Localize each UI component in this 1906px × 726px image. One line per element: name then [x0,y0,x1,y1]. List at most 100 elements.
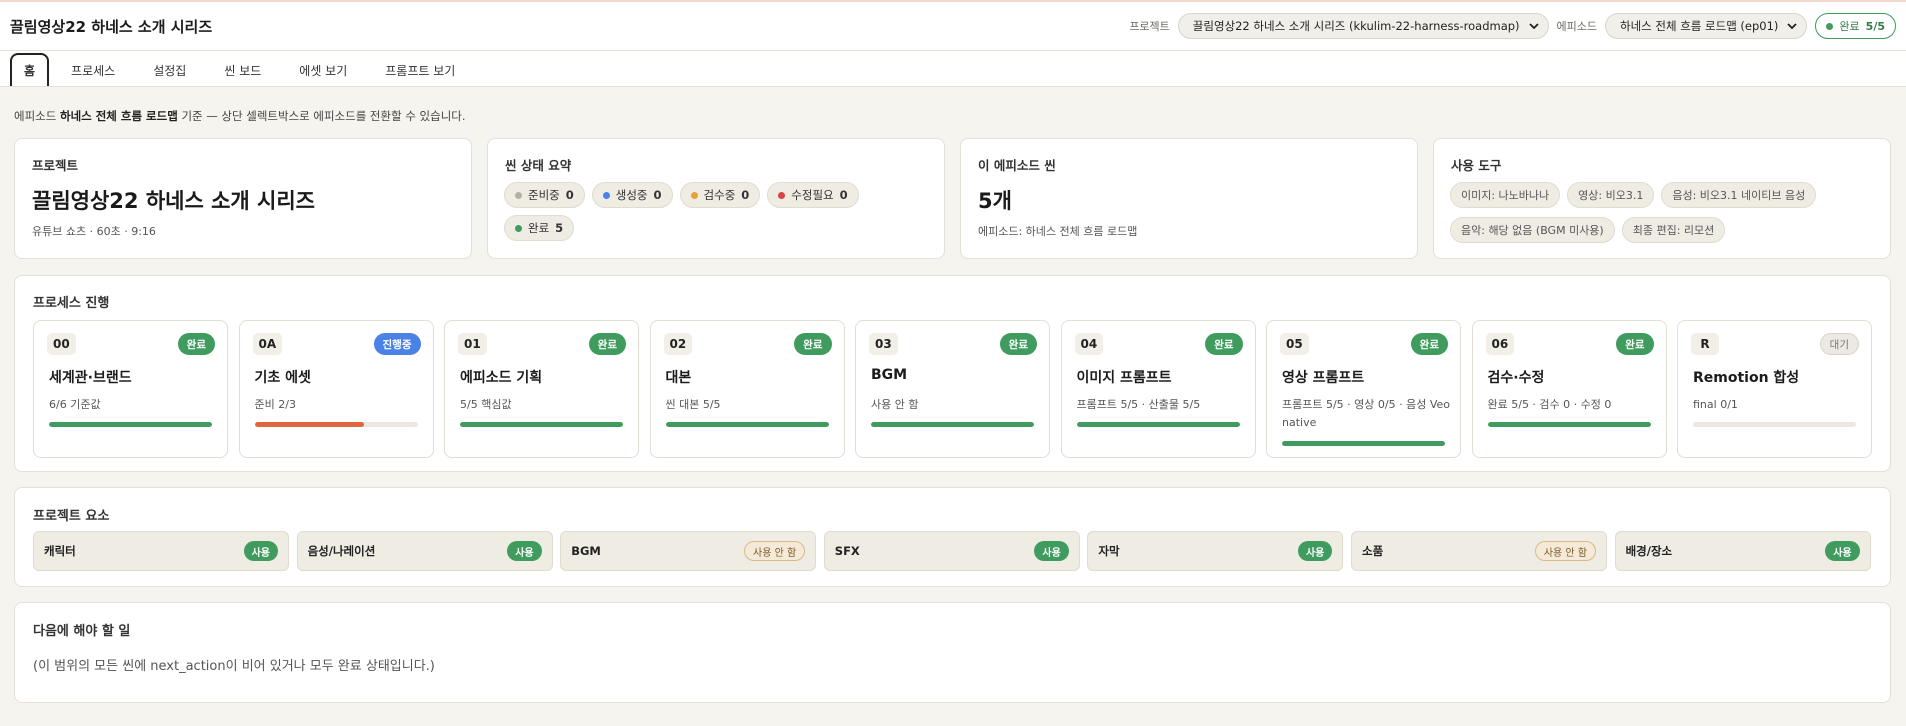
step-name: 이미지 프롬프트 [1076,370,1172,386]
page-title: 끌림영상22 하네스 소개 시리즈 [10,17,213,36]
step-detail: 준비 2/3 [254,398,296,411]
tools-card: 사용 도구 이미지: 나노바나나 영상: 비오3.1 음성: 비오3.1 네이티브 … [1433,138,1891,259]
step-code: 05 [1280,333,1309,355]
tool-chip: 영상: 비오3.1 [1567,182,1655,208]
scene-status-label: 준비중 [528,188,560,202]
process-step-card[interactable]: 05 완료 영상 프롬프트 프롬프트 5/5 · 영상 0/5 · 음성 Veo na… [1266,320,1461,458]
tab-home[interactable]: 홈 [10,53,50,86]
project-meta: 유튜브 쇼츠 · 60초 · 9:16 [32,225,156,238]
step-status-badge: 완료 [1205,333,1243,355]
step-code: 06 [1485,333,1515,355]
tools-title: 사용 도구 [1451,158,1502,173]
element-name: 캐릭터 [44,544,76,558]
step-name: Remotion 합성 [1693,370,1800,386]
status-dot-icon [778,191,786,199]
elements-title: 프로젝트 요소 [33,509,110,524]
step-progress-bar [1076,422,1240,427]
note-episode-name: 하네스 전체 흐름 로드맵 [59,109,178,123]
step-detail: 씬 대본 5/5 [665,398,721,411]
process-step-card[interactable]: 06 완료검수·수정완료 5/5 · 검수 0 · 수정 0 [1471,320,1667,458]
tab-process[interactable]: 프로세스 [55,54,131,86]
step-progress-fill [1076,422,1240,427]
element-name: 자막 [1098,544,1120,558]
step-progress-bar [49,422,212,427]
tool-chip: 최종 편집: 리모션 [1621,217,1726,243]
episode-scenes-meta: 에피소드: 하네스 전체 흐름 로드맵 [978,225,1138,238]
status-dot-icon [602,191,610,199]
tab-bar: 홈 프로세스 설정집 씬 보드 에셋 보기 프롬프트 보기 [0,51,1906,87]
step-progress-fill [1487,422,1651,427]
scene-status-chip: 완료 5 [504,215,575,241]
step-progress-bar [1282,441,1445,446]
process-step-card[interactable]: 03 완료 BGM 사용 안 함 [855,320,1050,458]
scene-status-chip: 생성중 0 [591,182,673,208]
scene-status-chip: 수정필요 0 [767,182,859,208]
scene-status-count: 0 [741,188,750,202]
project-element-item: 자막 사용 [1087,531,1344,571]
tool-chip: 음악: 해당 없음 (BGM 미사용) [1450,217,1615,243]
step-status-badge: 진행중 [373,333,421,355]
app-header: 끌림영상22 하네스 소개 시리즈 프로젝트 끌림영상22 하네스 소개 시리즈… [0,2,1906,51]
element-name: BGM [571,544,601,558]
step-name: 검수·수정 [1487,370,1545,386]
element-usage-badge: 사용 [243,541,278,561]
process-step-card[interactable]: 04 완료이미지 프롬프트프롬프트 5/5 · 산출물 5/5 [1060,320,1256,458]
step-detail: 6/6 기준값 [49,398,101,411]
step-code: R [1691,333,1719,355]
step-status-badge: 완료 [1616,333,1654,355]
tab-assets[interactable]: 에셋 보기 [283,54,363,86]
scene-status-count: 0 [653,188,662,202]
step-status-badge: 완료 [1410,333,1448,355]
next-actions-title: 다음에 해야 할 일 [33,624,131,639]
step-progress-fill [254,422,364,427]
process-title: 프로세스 진행 [33,296,110,311]
process-step-card[interactable]: 01 완료 에피소드 기획 5/5 핵심값 [444,320,639,458]
step-detail: 사용 안 함 [871,398,919,411]
scene-status-count: 5 [555,221,564,235]
episode-status-badge: 완료 5/5 [1815,13,1896,39]
step-progress-fill [871,422,1034,427]
tool-chip: 음성: 비오3.1 네이티브 음성 [1661,182,1817,208]
process-step-card[interactable]: 0A 진행중 기초 에셋 준비 2/3 [238,320,434,458]
scene-status-title: 씬 상태 요약 [505,158,572,173]
project-select[interactable]: 끌림영상22 하네스 소개 시리즈 (kkulim-22-harness-roa… [1177,13,1549,39]
scene-status-count: 0 [565,188,574,202]
scene-status-label: 수정필요 [791,188,834,202]
episode-select-label: 에피소드 [1556,20,1598,33]
step-name: 에피소드 기획 [460,370,543,386]
project-card: 프로젝트 끌림영상22 하네스 소개 시리즈 유튜브 쇼츠 · 60초 · 9:… [14,138,472,259]
element-usage-badge: 사용 [1297,541,1333,561]
step-status-badge: 완료 [588,333,626,355]
process-step-card[interactable]: R 대기 Remotion 합성 final 0/1 [1677,320,1872,458]
step-code: 04 [1074,333,1104,355]
step-detail: final 0/1 [1693,398,1738,411]
tool-chip: 이미지: 나노바나나 [1450,182,1561,208]
tab-settings[interactable]: 설정집 [137,54,202,86]
scene-status-label: 완료 [528,221,550,235]
process-step-card[interactable]: 00 완료 세계관·브랜드 6/6 기준값 [33,320,228,458]
project-select-label: 프로젝트 [1129,20,1170,33]
step-detail: 프롬프트 5/5 · 영상 0/5 · 음성 Veo native [1282,398,1451,429]
scene-status-card: 씬 상태 요약 준비중 0 생성중 0 검수중 0 수정필요 0 완료 5 [487,138,945,259]
step-status-badge: 완료 [177,333,215,355]
step-code: 00 [47,333,76,355]
element-name: 배경/장소 [1625,544,1673,558]
tab-prompts[interactable]: 프롬프트 보기 [369,54,471,86]
tab-scene-board[interactable]: 씬 보드 [208,54,277,86]
status-count: 5/5 [1865,19,1885,33]
process-step-card[interactable]: 02 완료 대본 씬 대본 5/5 [649,320,845,458]
scene-status-label: 검수중 [703,188,736,202]
status-dot-icon [515,191,522,199]
episode-select[interactable]: 하네스 전체 흐름 로드맵 (ep01) [1605,13,1808,39]
step-detail: 프롬프트 5/5 · 산출물 5/5 [1076,398,1201,411]
step-detail: 완료 5/5 · 검수 0 · 수정 0 [1487,398,1612,411]
episode-select-value: 하네스 전체 흐름 로드맵 (ep01) [1620,19,1779,33]
step-code: 01 [458,333,487,355]
project-element-item: 음성/나레이션 사용 [296,531,553,571]
scene-status-chip: 검수중 0 [679,182,761,208]
project-element-item: BGM 사용 안 함 [560,531,817,571]
step-name: 대본 [665,370,692,386]
step-progress-bar [1693,422,1856,427]
note-suffix: 기준 — 상단 셀렉트박스로 에피소드를 전환할 수 있습니다. [177,109,466,123]
episode-scenes-card: 이 에피소드 씬 5개 에피소드: 하네스 전체 흐름 로드맵 [960,138,1418,259]
